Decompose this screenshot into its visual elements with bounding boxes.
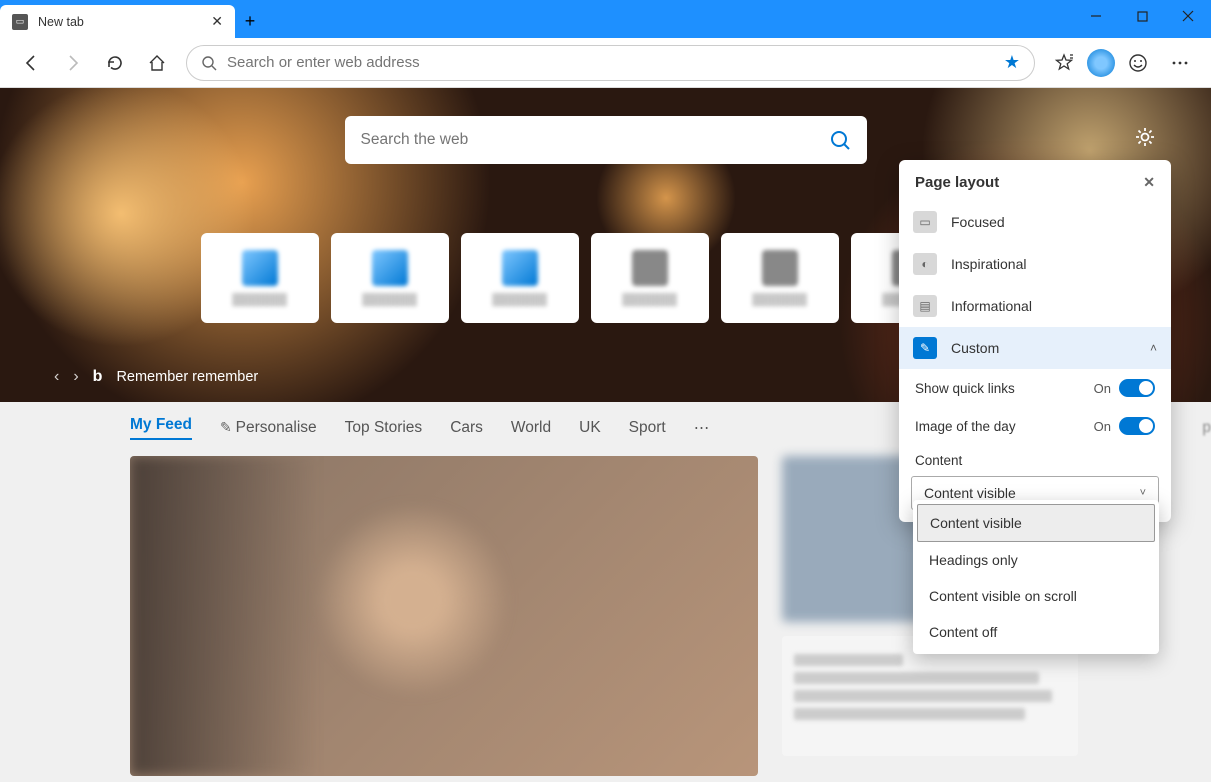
ticker-headline[interactable]: Remember remember [116,369,258,385]
content-option-scroll[interactable]: Content visible on scroll [917,578,1155,614]
panel-title: Page layout [915,174,999,191]
feedback-smiley-icon[interactable] [1119,44,1157,82]
layout-label: Inspirational [951,256,1027,272]
browser-tab[interactable]: ▭ New tab ✕ [0,5,235,38]
more-menu-icon[interactable] [1161,44,1199,82]
content-section-label: Content [899,445,1171,472]
feed-tab-topstories[interactable]: Top Stories [345,419,423,437]
content-option-off[interactable]: Content off [917,614,1155,650]
quick-link-tile[interactable]: ███████ [721,233,839,323]
ticker-prev-icon[interactable]: ‹ [54,368,59,386]
feed-tab-uk[interactable]: UK [579,419,601,437]
feed-tab-more-icon[interactable]: ⋯ [694,419,710,438]
toggle-label: Show quick links [915,381,1015,396]
content-option-headings[interactable]: Headings only [917,542,1155,578]
toolbar: ★ [0,38,1211,88]
toggle-state: On [1094,419,1111,434]
quick-link-tile[interactable]: ███████ [331,233,449,323]
profile-avatar[interactable] [1087,49,1115,77]
layout-option-focused[interactable]: ▭ Focused [899,201,1171,243]
inspirational-icon: ◐ [913,253,937,275]
ticker-next-icon[interactable]: › [73,368,78,386]
new-tab-button[interactable]: + [235,5,265,38]
feed-tab-sport[interactable]: Sport [629,419,666,437]
hero-search-input[interactable] [361,131,829,149]
feed-side-article[interactable] [782,636,1078,756]
favorites-button[interactable] [1045,44,1083,82]
favorite-star-icon[interactable]: ★ [1004,52,1020,73]
feed-tab-world[interactable]: World [511,419,551,437]
page-layout-panel: Page layout ✕ ▭ Focused ◐ Inspirational … [899,160,1171,522]
home-button[interactable] [138,44,176,82]
image-of-day-toggle[interactable] [1119,417,1155,435]
feed-side-label: p [1202,419,1211,437]
refresh-button[interactable] [96,44,134,82]
feed-main-story[interactable] [130,456,758,776]
news-ticker: ‹ › b Remember remember [54,368,258,386]
feed-tab-cars[interactable]: Cars [450,419,483,437]
back-button[interactable] [12,44,50,82]
layout-label: Custom [951,340,999,356]
quick-link-tile[interactable]: ███████ [461,233,579,323]
layout-option-custom[interactable]: ✎ Custom ˄ [899,327,1171,369]
panel-close-icon[interactable]: ✕ [1143,174,1155,191]
layout-label: Informational [951,298,1032,314]
maximize-button[interactable] [1119,0,1165,32]
tab-favicon: ▭ [12,14,28,30]
layout-label: Focused [951,214,1005,230]
page-settings-gear-icon[interactable] [1134,126,1156,148]
hero-search-icon[interactable] [829,129,851,151]
pencil-icon: ✎ [220,419,236,435]
feed-tab-myfeed[interactable]: My Feed [130,416,192,440]
layout-option-inspirational[interactable]: ◐ Inspirational [899,243,1171,285]
hero-search-bar[interactable] [345,116,867,164]
toggle-label: Image of the day [915,419,1016,434]
quick-link-tile[interactable]: ███████ [201,233,319,323]
forward-button[interactable] [54,44,92,82]
layout-option-informational[interactable]: ▤ Informational [899,285,1171,327]
toggle-image-of-day: Image of the day On [899,407,1171,445]
close-window-button[interactable] [1165,0,1211,32]
bing-logo-icon: b [93,368,103,386]
quick-links-toggle[interactable] [1119,379,1155,397]
content-dropdown: Content visible Headings only Content vi… [913,500,1159,654]
panel-header: Page layout ✕ [899,160,1171,201]
informational-icon: ▤ [913,295,937,317]
search-icon [201,55,217,71]
quick-links-row: ███████ ███████ ███████ ███████ ███████ … [201,233,1011,323]
content-selected-value: Content visible [924,485,1016,501]
quick-link-tile[interactable]: ███████ [591,233,709,323]
toggle-quick-links: Show quick links On [899,369,1171,407]
chevron-up-icon: ˄ [1150,341,1157,355]
tab-title: New tab [38,15,84,29]
tab-close-icon[interactable]: ✕ [211,13,223,30]
content-option-visible[interactable]: Content visible [917,504,1155,542]
custom-pencil-icon: ✎ [913,337,937,359]
titlebar: ▭ New tab ✕ + [0,0,1211,38]
feed-tab-personalise[interactable]: ✎ Personalise [220,419,317,437]
window-controls [1073,0,1211,32]
toggle-state: On [1094,381,1111,396]
minimize-button[interactable] [1073,0,1119,32]
address-bar[interactable]: ★ [186,45,1035,81]
chevron-down-icon: ˅ [1140,487,1146,499]
address-input[interactable] [227,54,994,71]
focused-icon: ▭ [913,211,937,233]
